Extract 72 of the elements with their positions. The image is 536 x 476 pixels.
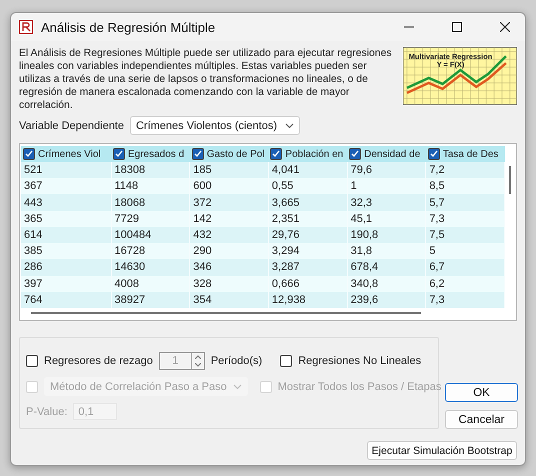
table-cell: 1 — [347, 178, 426, 194]
table-cell: 5 — [426, 243, 505, 260]
column-header[interactable]: Densidad de — [349, 148, 424, 160]
dependent-variable-dropdown[interactable]: Crímenes Violentos (cientos) — [130, 116, 300, 135]
table-cell: 5,7 — [426, 194, 505, 211]
table-cell: 4008 — [111, 276, 190, 292]
table-cell: 0,55 — [268, 178, 348, 194]
table-cell: 764 — [21, 292, 111, 308]
table-cell: 340,8 — [347, 276, 426, 292]
table-cell: 354 — [190, 292, 268, 308]
table-cell: 367 — [21, 178, 111, 194]
table-cell: 286 — [21, 259, 111, 276]
table-cell: 29,76 — [268, 226, 348, 244]
table-cell: 18308 — [111, 162, 190, 178]
table-cell: 678,4 — [347, 259, 426, 276]
table-cell: 432 — [190, 226, 268, 244]
table-cell: 3,665 — [268, 194, 348, 211]
table-cell: 142 — [190, 210, 268, 227]
p-value-label: P-Value: — [26, 406, 68, 418]
table-cell: 365 — [21, 210, 111, 227]
dependent-variable-label: Variable Dependiente — [19, 120, 124, 132]
table-cell: 7,2 — [426, 162, 505, 178]
table-cell: 100484 — [111, 226, 190, 244]
column-header[interactable]: Gasto de Pol — [192, 148, 266, 160]
column-header[interactable]: Crímenes Viol — [23, 148, 109, 160]
table-cell: 3,294 — [268, 243, 348, 260]
table-cell: 600 — [190, 178, 268, 194]
table-cell: 32,3 — [347, 194, 426, 211]
show-all-steps-label: Mostrar Todos los Pasos / Etapas — [278, 380, 442, 392]
column-header[interactable]: Tasa de Des — [428, 148, 503, 160]
table-cell: 18068 — [111, 194, 190, 211]
table-cell: 385 — [21, 243, 111, 260]
table-cell: 372 — [190, 194, 268, 211]
table-cell: 8,5 — [426, 178, 505, 194]
table-cell: 31,8 — [347, 243, 426, 260]
bootstrap-simulation-button[interactable]: Ejecutar Simulación Bootstrap — [367, 441, 517, 460]
table-cell: 614 — [21, 226, 111, 244]
table-cell: 7729 — [111, 210, 190, 227]
description-text: El Análisis de Regresiones Múltiple puede ser utilizado para ejecutar regresiones lineales con variables independientes múltiples. Estas variables pueden ser utilizas a través de una serie de lapsos o transformaciones no lineales, o de regresión de manera escalonada comenzando con la variable de mayor correlación. — [19, 47, 393, 112]
table-cell: 7,3 — [426, 292, 505, 308]
table-cell: 4,041 — [268, 162, 348, 178]
nonlinear-regressions-label: Regresiones No Lineales — [298, 355, 422, 367]
table-cell: 45,1 — [347, 210, 426, 227]
table-cell: 14630 — [111, 259, 190, 276]
table-cell: 346 — [190, 259, 268, 276]
table-cell: 16728 — [111, 243, 190, 260]
table-cell: 0,666 — [268, 276, 348, 292]
table-cell: 239,6 — [347, 292, 426, 308]
table-cell: 397 — [21, 276, 111, 292]
period-unit-label: Período(s) — [210, 355, 262, 367]
table-cell: 7,3 — [426, 210, 505, 227]
ok-button[interactable]: OK — [445, 383, 518, 402]
table-cell: 328 — [190, 276, 268, 292]
table-cell: 2,351 — [268, 210, 348, 227]
table-cell: 521 — [21, 162, 111, 178]
table-cell: 290 — [190, 243, 268, 260]
column-header[interactable]: Población en — [270, 148, 346, 160]
table-cell: 38927 — [111, 292, 190, 308]
cancel-button[interactable]: Cancelar — [445, 410, 518, 429]
table-cell: 1148 — [111, 178, 190, 194]
table-cell: 79,6 — [347, 162, 426, 178]
table-cell: 6,2 — [426, 276, 505, 292]
window-title: Análisis de Regresión Múltiple — [41, 20, 216, 34]
table-cell: 3,287 — [268, 259, 348, 276]
table-cell: 443 — [21, 194, 111, 211]
table-cell: 7,5 — [426, 226, 505, 244]
table-cell: 12,938 — [268, 292, 348, 308]
table-cell: 185 — [190, 162, 268, 178]
lag-regressors-label: Regresores de rezago — [44, 355, 153, 367]
table-cell: 6,7 — [426, 259, 505, 276]
column-header[interactable]: Egresados d — [113, 148, 188, 160]
table-cell: 190,8 — [347, 226, 426, 244]
